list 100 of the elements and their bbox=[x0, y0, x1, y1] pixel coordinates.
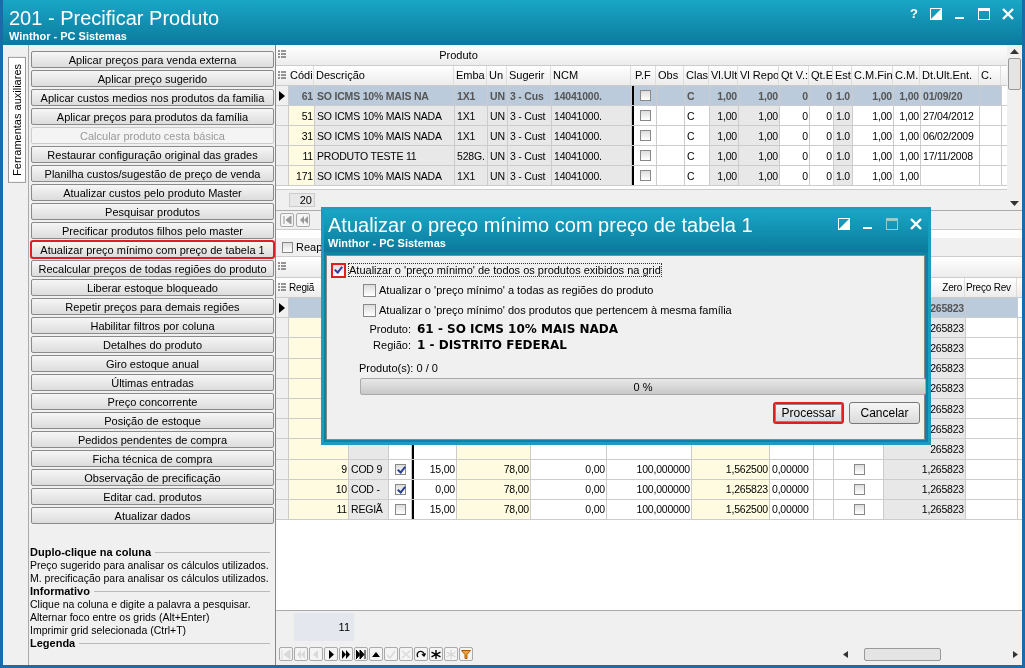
nav-button[interactable] bbox=[429, 647, 443, 661]
tool-button[interactable]: Preço concorrente bbox=[31, 393, 274, 410]
checkbox[interactable] bbox=[640, 170, 651, 181]
column-header[interactable]: Códi bbox=[288, 66, 314, 85]
tool-button[interactable]: Atualizar preço mínimo com preço de tabela 1 bbox=[31, 241, 274, 258]
column-chooser-icon[interactable] bbox=[276, 69, 288, 82]
scrollbar-thumb[interactable] bbox=[1008, 58, 1021, 90]
column-chooser-icon[interactable] bbox=[276, 281, 288, 294]
table-cell: 0,00000 bbox=[770, 479, 814, 499]
scroll-up-icon[interactable] bbox=[1010, 48, 1019, 54]
column-header[interactable]: Emba bbox=[454, 66, 487, 85]
checkbox[interactable] bbox=[640, 90, 651, 101]
section-heading: Legenda bbox=[30, 637, 76, 650]
column-header[interactable]: Clas bbox=[684, 66, 709, 85]
tool-button[interactable]: Restaurar configuração original das grades bbox=[31, 146, 274, 163]
refresh-icon bbox=[416, 649, 426, 659]
scroll-right-icon[interactable] bbox=[1013, 650, 1018, 658]
table-cell: 0,00000 bbox=[770, 459, 814, 479]
last-icon bbox=[356, 649, 366, 659]
row-header[interactable] bbox=[276, 298, 289, 318]
checkbox[interactable] bbox=[395, 503, 406, 515]
tool-button[interactable]: Aplicar preços para venda externa bbox=[31, 51, 274, 68]
column-header[interactable]: C. bbox=[979, 66, 1001, 85]
tool-button[interactable]: Recalcular preços de todas regiões do produto bbox=[31, 260, 274, 277]
checkbox[interactable] bbox=[395, 463, 406, 475]
checkbox[interactable] bbox=[640, 150, 651, 161]
tool-button[interactable]: Editar cad. produtos bbox=[31, 488, 274, 505]
table-cell: 1,00 bbox=[739, 166, 780, 185]
tool-button[interactable]: Posição de estoque bbox=[31, 412, 274, 429]
tool-button[interactable]: Repetir preços para demais regiões bbox=[31, 298, 274, 315]
column-chooser-icon[interactable] bbox=[276, 49, 288, 61]
scroll-left-icon[interactable] bbox=[843, 650, 848, 658]
column-header[interactable]: Un bbox=[487, 66, 507, 85]
nav-button[interactable] bbox=[339, 647, 353, 661]
tool-button[interactable]: Aplicar preços para produtos da família bbox=[31, 108, 274, 125]
table-cell: 17/11/2008 bbox=[921, 146, 980, 165]
column-header[interactable]: C.M.Fin bbox=[852, 66, 893, 85]
tool-button[interactable]: Aplicar custos medios nos produtos da familia bbox=[31, 89, 274, 106]
column-header[interactable]: Preço Rev bbox=[965, 278, 1017, 297]
tool-button[interactable]: Ficha técnica de compra bbox=[31, 450, 274, 467]
checkbox[interactable] bbox=[853, 483, 865, 495]
nav-button[interactable] bbox=[324, 647, 338, 661]
nav-button[interactable] bbox=[354, 647, 368, 661]
close-icon[interactable] bbox=[1002, 8, 1014, 20]
column-header[interactable]: Descrição bbox=[314, 66, 454, 85]
side-tab[interactable]: Ferramentas auxiliares bbox=[8, 57, 26, 183]
contrast-icon[interactable] bbox=[930, 8, 942, 20]
column-chooser-icon[interactable] bbox=[276, 261, 288, 273]
column-header[interactable]: Vl.Ult bbox=[709, 66, 738, 85]
table-cell: 1,00 bbox=[710, 166, 739, 185]
table-cell: 1.0 bbox=[834, 86, 853, 105]
table-cell: 1,00 bbox=[853, 86, 894, 105]
close-icon[interactable] bbox=[910, 218, 922, 230]
checkbox[interactable] bbox=[640, 130, 651, 141]
column-header[interactable]: Vl Repo bbox=[738, 66, 779, 85]
checkbox[interactable] bbox=[363, 283, 376, 297]
vertical-scrollbar[interactable] bbox=[1007, 45, 1022, 210]
checkbox[interactable] bbox=[363, 303, 376, 317]
table-cell: 1.0 bbox=[834, 126, 853, 145]
tool-button[interactable]: Detalhes do produto bbox=[31, 336, 274, 353]
checkbox[interactable] bbox=[395, 483, 406, 495]
tool-button[interactable]: Pedidos pendentes de compra bbox=[31, 431, 274, 448]
row-header[interactable] bbox=[276, 86, 289, 105]
column-header[interactable]: Qt.E bbox=[809, 66, 833, 85]
window-title: 201 - Precificar Produto bbox=[9, 6, 220, 30]
checkbox[interactable] bbox=[853, 463, 865, 475]
tool-button[interactable]: Precificar produtos filhos pelo master bbox=[31, 222, 274, 239]
maximize-icon[interactable] bbox=[886, 218, 898, 230]
table-cell: 1,00 bbox=[710, 146, 739, 165]
column-header[interactable]: P.F bbox=[633, 66, 656, 85]
dialog-button[interactable]: Cancelar bbox=[849, 402, 920, 424]
checkbox[interactable] bbox=[282, 241, 293, 253]
nav-button[interactable] bbox=[414, 647, 428, 661]
scroll-down-icon[interactable] bbox=[1010, 201, 1019, 207]
checkbox[interactable] bbox=[640, 110, 651, 121]
checkbox[interactable] bbox=[853, 503, 865, 515]
dialog-button[interactable]: Processar bbox=[773, 402, 844, 424]
tool-button[interactable]: Atualizar custos pelo produto Master bbox=[31, 184, 274, 201]
nav-button[interactable] bbox=[369, 647, 383, 661]
column-header[interactable]: Sugerir bbox=[507, 66, 551, 85]
tool-button[interactable]: Pesquisar produtos bbox=[31, 203, 274, 220]
table-cell: 3 - Cust bbox=[508, 166, 552, 185]
checkbox[interactable] bbox=[331, 262, 346, 278]
tool-button[interactable]: Observação de precificação bbox=[31, 469, 274, 486]
table-cell: 1,00 bbox=[894, 86, 921, 105]
column-header[interactable]: C.M. bbox=[893, 66, 920, 85]
tool-button[interactable]: Giro estoque anual bbox=[31, 355, 274, 372]
tool-button[interactable]: Aplicar preço sugerido bbox=[31, 70, 274, 87]
contrast-icon[interactable] bbox=[838, 218, 850, 230]
column-header[interactable]: Est bbox=[833, 66, 852, 85]
column-header[interactable]: Qt V.: bbox=[779, 66, 809, 85]
tool-button[interactable]: Habilitar filtros por coluna bbox=[31, 317, 274, 334]
tool-button[interactable]: Atualizar dados bbox=[31, 507, 274, 524]
column-header[interactable]: Dt.Ult.Ent. bbox=[920, 66, 979, 85]
column-header[interactable]: NCM bbox=[551, 66, 631, 85]
tool-button[interactable]: Liberar estoque bloqueado bbox=[31, 279, 274, 296]
column-header[interactable]: Obs bbox=[656, 66, 684, 85]
tool-button[interactable]: Planilha custos/sugestão de preço de venda bbox=[31, 165, 274, 182]
tool-button[interactable]: Últimas entradas bbox=[31, 374, 274, 391]
scrollbar-thumb[interactable] bbox=[864, 647, 941, 661]
